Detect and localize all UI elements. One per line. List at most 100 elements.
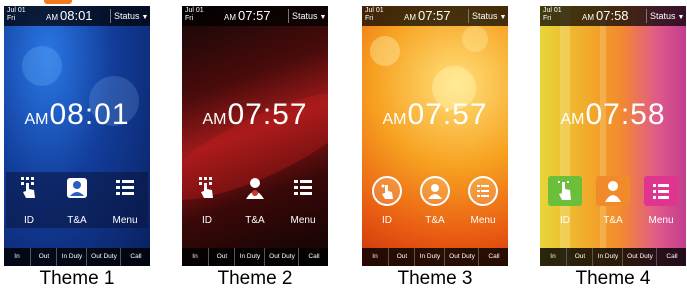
in-duty-button[interactable]: In Duty bbox=[234, 248, 265, 266]
theme-2-screen: Jul 01 Fri AM 07:57 Status ▼ AM07:57 ID T& bbox=[182, 6, 328, 266]
call-button[interactable]: Call bbox=[478, 248, 508, 266]
caret-down-icon: ▼ bbox=[141, 14, 149, 21]
theme-1-panel: Jul 01 Fri AM 08:01 Status ▼ AM08:01 ID T& bbox=[4, 0, 150, 291]
out-duty-button[interactable]: Out Duty bbox=[622, 248, 657, 266]
theme-4-panel: Jul 01 Fri AM 07:58 Status ▼ AM07:58 ID T&A bbox=[540, 0, 686, 291]
main-clock: AM07:58 bbox=[560, 98, 666, 131]
tile-label: Menu bbox=[112, 215, 138, 226]
tile-row: ID T&A Menu bbox=[184, 172, 326, 228]
out-button[interactable]: Out bbox=[566, 248, 593, 266]
theme-4-screen: Jul 01 Fri AM 07:58 Status ▼ AM07:58 ID T&A bbox=[540, 6, 686, 266]
finger-touch-icon bbox=[21, 177, 35, 198]
tile-label: T&A bbox=[425, 215, 445, 226]
tile-row: ID T&A Menu bbox=[6, 172, 148, 228]
tile-label: ID bbox=[382, 215, 392, 226]
out-button[interactable]: Out bbox=[388, 248, 415, 266]
date-display: Jul 01 Fri bbox=[7, 7, 26, 22]
tile-label: ID bbox=[202, 215, 212, 226]
theme-caption: Theme 3 bbox=[397, 268, 473, 289]
menu-button[interactable]: Menu bbox=[280, 172, 326, 228]
call-button[interactable]: Call bbox=[120, 248, 150, 266]
tile-label: ID bbox=[560, 215, 570, 226]
top-clock: AM 07:58 bbox=[582, 8, 629, 23]
status-divider bbox=[646, 9, 647, 23]
top-clock: AM 07:57 bbox=[404, 8, 451, 23]
id-button[interactable]: ID bbox=[364, 172, 410, 228]
out-button[interactable]: Out bbox=[30, 248, 57, 266]
tile-label: Menu bbox=[470, 215, 496, 226]
tile-label: T&A bbox=[67, 215, 87, 226]
menu-list-icon bbox=[116, 180, 134, 195]
user-clock-icon bbox=[420, 176, 450, 206]
menu-button[interactable]: Menu bbox=[638, 172, 684, 228]
main-clock: AM08:01 bbox=[24, 98, 130, 131]
call-button[interactable]: Call bbox=[656, 248, 686, 266]
main-clock: AM07:57 bbox=[382, 98, 488, 131]
top-clock: AM 07:57 bbox=[224, 8, 271, 23]
tile-label: ID bbox=[24, 215, 34, 226]
ta-button[interactable]: T&A bbox=[232, 172, 278, 228]
caret-down-icon: ▼ bbox=[677, 14, 685, 21]
date-display: Jul 01 Fri bbox=[185, 7, 204, 22]
status-bar: Jul 01 Fri AM 07:58 Status ▼ bbox=[540, 6, 686, 26]
theme-1-screen: Jul 01 Fri AM 08:01 Status ▼ AM08:01 ID T& bbox=[4, 6, 150, 266]
out-duty-button[interactable]: Out Duty bbox=[444, 248, 479, 266]
in-duty-button[interactable]: In Duty bbox=[592, 248, 623, 266]
id-button[interactable]: ID bbox=[6, 172, 52, 228]
out-duty-button[interactable]: Out Duty bbox=[264, 248, 299, 266]
menu-button[interactable]: Menu bbox=[102, 172, 148, 228]
date-display: Jul 01 Fri bbox=[543, 7, 562, 22]
bokeh-light bbox=[370, 36, 400, 66]
bottom-function-bar: In Out In Duty Out Duty Call bbox=[4, 248, 150, 266]
bokeh-light bbox=[462, 26, 488, 52]
in-button[interactable]: In bbox=[362, 248, 388, 266]
status-dropdown[interactable]: Status ▼ bbox=[472, 10, 506, 24]
status-divider bbox=[110, 9, 111, 23]
status-divider bbox=[288, 9, 289, 23]
user-clock-icon bbox=[246, 178, 264, 199]
tile-label: Menu bbox=[648, 215, 674, 226]
theme-3-screen: Jul 01 Fri AM 07:57 Status ▼ AM07:57 ID T&A bbox=[362, 6, 508, 266]
theme-caption: Theme 4 bbox=[575, 268, 651, 289]
caret-down-icon: ▼ bbox=[319, 14, 327, 21]
top-clock: AM 08:01 bbox=[46, 8, 93, 23]
menu-list-icon bbox=[644, 176, 678, 206]
menu-button[interactable]: Menu bbox=[460, 172, 506, 228]
tile-row: ID T&A Menu bbox=[364, 172, 506, 228]
ta-button[interactable]: T&A bbox=[412, 172, 458, 228]
id-button[interactable]: ID bbox=[542, 172, 588, 228]
status-divider bbox=[468, 9, 469, 23]
user-clock-icon bbox=[596, 176, 630, 206]
in-button[interactable]: In bbox=[182, 248, 208, 266]
finger-touch-icon bbox=[548, 176, 582, 206]
ta-button[interactable]: T&A bbox=[590, 172, 636, 228]
theme-3-panel: Jul 01 Fri AM 07:57 Status ▼ AM07:57 ID T&A bbox=[362, 0, 508, 291]
out-button[interactable]: Out bbox=[208, 248, 235, 266]
tile-label: T&A bbox=[603, 215, 623, 226]
tile-label: Menu bbox=[290, 215, 316, 226]
bottom-function-bar: In Out In Duty Out Duty Call bbox=[182, 248, 328, 266]
user-clock-icon bbox=[67, 178, 87, 198]
ta-button[interactable]: T&A bbox=[54, 172, 100, 228]
in-duty-button[interactable]: In Duty bbox=[414, 248, 445, 266]
tile-row: ID T&A Menu bbox=[542, 172, 684, 228]
caret-down-icon: ▼ bbox=[499, 14, 507, 21]
status-dropdown[interactable]: Status ▼ bbox=[650, 10, 684, 24]
status-dropdown[interactable]: Status ▼ bbox=[292, 10, 326, 24]
call-button[interactable]: Call bbox=[298, 248, 328, 266]
in-button[interactable]: In bbox=[4, 248, 30, 266]
out-duty-button[interactable]: Out Duty bbox=[86, 248, 121, 266]
theme-caption: Theme 1 bbox=[39, 268, 115, 289]
finger-touch-icon bbox=[372, 176, 402, 206]
in-duty-button[interactable]: In Duty bbox=[56, 248, 87, 266]
status-dropdown[interactable]: Status ▼ bbox=[114, 10, 148, 24]
main-clock: AM07:57 bbox=[202, 98, 308, 131]
in-button[interactable]: In bbox=[540, 248, 566, 266]
id-button[interactable]: ID bbox=[184, 172, 230, 228]
bottom-function-bar: In Out In Duty Out Duty Call bbox=[362, 248, 508, 266]
status-bar: Jul 01 Fri AM 08:01 Status ▼ bbox=[4, 6, 150, 26]
status-bar: Jul 01 Fri AM 07:57 Status ▼ bbox=[182, 6, 328, 26]
bottom-function-bar: In Out In Duty Out Duty Call bbox=[540, 248, 686, 266]
status-bar: Jul 01 Fri AM 07:57 Status ▼ bbox=[362, 6, 508, 26]
menu-list-icon bbox=[294, 180, 312, 195]
